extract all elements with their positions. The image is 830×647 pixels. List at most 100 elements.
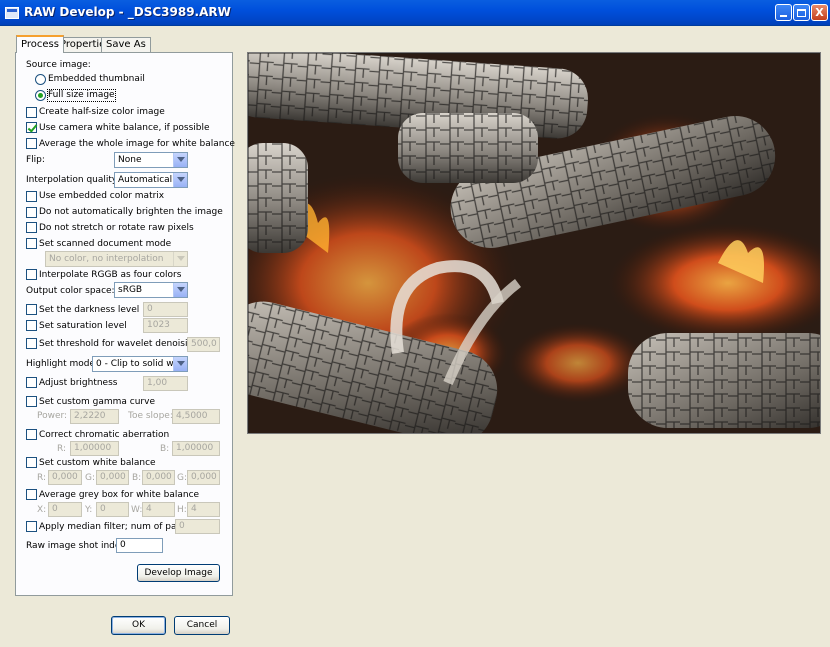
saturation-label[interactable]: Set saturation level [39, 321, 127, 332]
develop-image-button[interactable]: Develop Image [137, 564, 220, 582]
saturation-input[interactable]: 1023 [143, 318, 188, 333]
toe-slope-input[interactable]: 4,5000 [172, 409, 220, 424]
output-color-space-value: sRGB [118, 285, 143, 295]
wb-b-label: B: [132, 473, 142, 483]
wb-g2-label: G: [177, 473, 188, 483]
wb-b-input[interactable]: 0,000 [142, 470, 175, 485]
embedded-color-matrix-checkbox[interactable] [26, 191, 37, 202]
full-size-image-radio[interactable] [35, 90, 46, 101]
source-image-label: Source image: [26, 60, 91, 70]
tab-process[interactable]: Process [16, 35, 64, 53]
gamma-label[interactable]: Set custom gamma curve [39, 397, 155, 408]
embedded-thumbnail-label[interactable]: Embedded thumbnail [48, 74, 145, 85]
interpolation-select-value: Automatically [118, 175, 180, 185]
average-white-balance-checkbox[interactable] [26, 138, 37, 149]
custom-white-balance-label[interactable]: Set custom white balance [39, 458, 156, 469]
grey-box-label[interactable]: Average grey box for white balance [39, 490, 199, 501]
no-stretch-label[interactable]: Do not stretch or rotate raw pixels [39, 223, 194, 234]
chromatic-aberration-label[interactable]: Correct chromatic aberration [39, 430, 169, 441]
maximize-icon [797, 8, 806, 17]
wb-g2-input[interactable]: 0,000 [187, 470, 220, 485]
scanned-document-checkbox[interactable] [26, 238, 37, 249]
grey-box-x-label: X: [37, 505, 47, 515]
embedded-thumbnail-radio[interactable] [35, 74, 46, 85]
wavelet-label[interactable]: Set threshold for wavelet denoising [39, 339, 199, 350]
rggb-label[interactable]: Interpolate RGGB as four colors [39, 270, 181, 281]
maximize-button[interactable] [793, 4, 810, 21]
camera-white-balance-label[interactable]: Use camera white balance, if possible [39, 123, 210, 134]
chromatic-r-label: R: [57, 444, 67, 454]
no-brighten-label[interactable]: Do not automatically brighten the image [39, 207, 223, 218]
grey-box-checkbox[interactable] [26, 489, 37, 500]
brightness-checkbox[interactable] [26, 377, 37, 388]
raw-shot-index-input[interactable]: 0 [116, 538, 163, 553]
chromatic-b-label: B: [160, 444, 170, 454]
power-input[interactable]: 2,2220 [70, 409, 119, 424]
saturation-checkbox[interactable] [26, 320, 37, 331]
scanned-document-select[interactable]: No color, no interpolation [45, 251, 188, 267]
brightness-input[interactable]: 1,00 [143, 376, 188, 391]
no-stretch-checkbox[interactable] [26, 222, 37, 233]
grey-box-h-input[interactable]: 4 [187, 502, 220, 517]
scanned-document-select-value: No color, no interpolation [49, 254, 164, 264]
preview-photo [248, 53, 820, 433]
wavelet-input[interactable]: 500,0 [187, 337, 220, 352]
scanned-document-label[interactable]: Set scanned document mode [39, 239, 171, 250]
cancel-button[interactable]: Cancel [174, 616, 230, 635]
flip-select[interactable]: None [114, 152, 188, 168]
chromatic-b-input[interactable]: 1,00000 [172, 441, 220, 456]
full-size-image-label[interactable]: Full size image [47, 89, 116, 102]
chevron-down-icon[interactable] [173, 173, 187, 187]
wb-r-input[interactable]: 0,000 [48, 470, 82, 485]
flip-label: Flip: [26, 155, 45, 165]
chevron-down-icon[interactable] [173, 252, 187, 266]
image-preview [247, 52, 821, 434]
close-button[interactable]: X [811, 4, 828, 21]
wb-g1-label: G: [85, 473, 96, 483]
output-color-space-label: Output color space: [26, 286, 115, 296]
average-white-balance-label[interactable]: Average the whole image for white balanc… [39, 139, 235, 150]
chevron-down-icon[interactable] [173, 357, 187, 371]
title-bar[interactable]: RAW Develop - _DSC3989.ARW X [0, 0, 830, 26]
no-brighten-checkbox[interactable] [26, 207, 37, 218]
embedded-color-matrix-label[interactable]: Use embedded color matrix [39, 191, 164, 202]
grey-box-x-input[interactable]: 0 [48, 502, 82, 517]
chevron-down-icon[interactable] [173, 153, 187, 167]
grey-box-w-input[interactable]: 4 [142, 502, 175, 517]
output-color-space-select[interactable]: sRGB [114, 282, 188, 298]
interpolation-label: Interpolation quality: [26, 175, 120, 185]
brightness-label[interactable]: Adjust brightness [39, 378, 117, 389]
grey-box-w-label: W: [131, 505, 143, 515]
darkness-input[interactable]: 0 [143, 302, 188, 317]
median-filter-input[interactable]: 0 [175, 519, 220, 534]
highlight-mode-select[interactable]: 0 - Clip to solid white [92, 356, 188, 372]
custom-white-balance-checkbox[interactable] [26, 457, 37, 468]
darkness-checkbox[interactable] [26, 304, 37, 315]
camera-white-balance-checkbox[interactable] [26, 122, 37, 133]
interpolation-select[interactable]: Automatically [114, 172, 188, 188]
minimize-icon [780, 15, 787, 17]
chromatic-r-input[interactable]: 1,00000 [70, 441, 119, 456]
chevron-down-icon[interactable] [173, 283, 187, 297]
rggb-checkbox[interactable] [26, 269, 37, 280]
raw-develop-window: RAW Develop - _DSC3989.ARW X Process Pro… [0, 0, 830, 647]
highlight-mode-label: Highlight mode: [26, 359, 99, 369]
window-title: RAW Develop - _DSC3989.ARW [24, 5, 231, 19]
wavelet-checkbox[interactable] [26, 338, 37, 349]
median-filter-checkbox[interactable] [26, 521, 37, 532]
raw-shot-index-label: Raw image shot index: [26, 541, 129, 551]
darkness-label[interactable]: Set the darkness level [39, 305, 139, 316]
chromatic-aberration-checkbox[interactable] [26, 429, 37, 440]
minimize-button[interactable] [775, 4, 792, 21]
gamma-checkbox[interactable] [26, 396, 37, 407]
grey-box-y-label: Y: [85, 505, 93, 515]
window-app-icon [5, 7, 19, 19]
flip-select-value: None [118, 155, 142, 165]
grey-box-y-input[interactable]: 0 [96, 502, 129, 517]
wb-g1-input[interactable]: 0,000 [96, 470, 129, 485]
half-size-checkbox[interactable] [26, 107, 37, 118]
half-size-label[interactable]: Create half-size color image [39, 107, 165, 118]
ok-button[interactable]: OK [111, 616, 166, 635]
tab-save-as[interactable]: Save As [101, 37, 151, 52]
toe-slope-label: Toe slope: [128, 411, 173, 421]
